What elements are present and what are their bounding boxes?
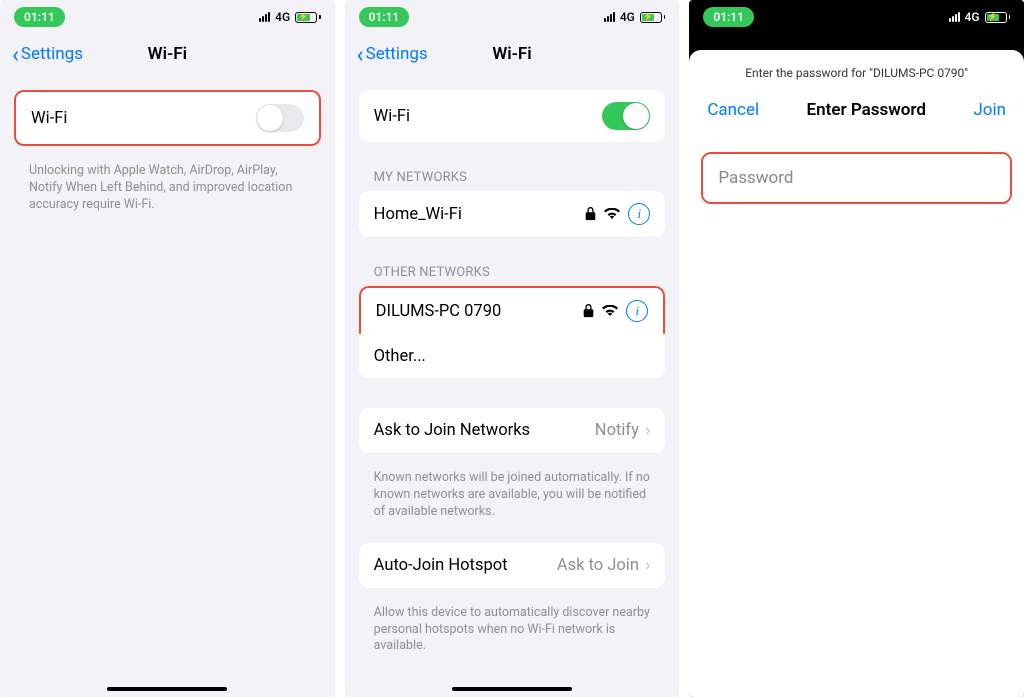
other-networks-list: DILUMS-PC 0790 i Other...	[359, 286, 666, 378]
chevron-left-icon: ‹	[357, 43, 364, 66]
sheet-title: Enter Password	[807, 100, 926, 120]
wifi-label: Wi-Fi	[374, 107, 410, 126]
lock-icon	[583, 304, 594, 318]
lock-icon	[585, 207, 596, 221]
wifi-icon	[604, 208, 620, 220]
wifi-toggle[interactable]	[256, 104, 304, 132]
nav-header: ‹ Settings Wi-Fi	[0, 32, 335, 76]
status-bar: 01:11 4G	[345, 0, 680, 32]
wifi-toggle-cell[interactable]: Wi-Fi	[16, 92, 319, 144]
status-right: 4G	[259, 10, 321, 24]
ask-to-join-cell[interactable]: Ask to Join Networks Notify ›	[359, 408, 666, 453]
network-type: 4G	[620, 10, 635, 24]
home-indicator[interactable]	[452, 687, 572, 691]
signal-icon	[604, 12, 615, 22]
auto-join-value: Ask to Join	[557, 556, 639, 575]
network-type: 4G	[275, 10, 290, 24]
signal-icon	[949, 12, 960, 22]
screen-enter-password: 01:11 4G Enter the password for "DILUMS-…	[689, 0, 1024, 697]
cancel-button[interactable]: Cancel	[707, 100, 759, 120]
auto-join-row: Auto-Join Hotspot Ask to Join ›	[359, 543, 666, 588]
sheet-header: Cancel Enter Password Join	[689, 96, 1024, 134]
network-name: DILUMS-PC 0790	[376, 302, 502, 321]
wifi-toggle-cell[interactable]: Wi-Fi	[359, 90, 666, 142]
screen-wifi-off: 01:11 4G ‹ Settings Wi-Fi Wi-Fi Unlockin…	[0, 0, 335, 697]
back-button[interactable]: ‹ Settings	[357, 43, 428, 66]
chevron-left-icon: ‹	[12, 43, 19, 66]
auto-join-footer: Allow this device to automatically disco…	[345, 598, 680, 656]
wifi-icon	[602, 305, 618, 317]
status-bar: 01:11 4G	[0, 0, 335, 32]
password-input[interactable]: Password	[703, 154, 1010, 202]
my-networks-list: Home_Wi-Fi i	[359, 191, 666, 237]
page-title: Wi-Fi	[148, 44, 187, 64]
other-network-button[interactable]: Other...	[359, 334, 666, 378]
ask-to-join-footer: Known networks will be joined automatica…	[345, 463, 680, 521]
battery-icon	[295, 12, 321, 23]
network-name: Home_Wi-Fi	[374, 205, 462, 224]
wifi-footer: Unlocking with Apple Watch, AirDrop, Air…	[0, 156, 335, 214]
auto-join-cell[interactable]: Auto-Join Hotspot Ask to Join ›	[359, 543, 666, 588]
screen-wifi-on: 01:11 4G ‹ Settings Wi-Fi Wi-Fi MY NETWO…	[345, 0, 680, 697]
ask-to-join-value: Notify	[595, 421, 639, 440]
status-right: 4G	[949, 10, 1011, 24]
join-button[interactable]: Join	[973, 100, 1006, 120]
time-pill: 01:11	[703, 7, 754, 27]
signal-icon	[259, 12, 270, 22]
wifi-toggle-row: Wi-Fi	[359, 90, 666, 142]
info-icon[interactable]: i	[626, 300, 648, 322]
status-bar: 01:11 4G	[689, 0, 1024, 32]
status-right: 4G	[604, 10, 666, 24]
battery-icon	[985, 12, 1011, 23]
other-networks-header: OTHER NETWORKS	[345, 247, 680, 286]
other-label: Other...	[374, 347, 426, 366]
back-button[interactable]: ‹ Settings	[12, 43, 83, 66]
time-pill: 01:11	[359, 7, 410, 27]
password-field-wrapper: Password	[701, 152, 1012, 204]
password-sheet: Enter the password for "DILUMS-PC 0790" …	[689, 50, 1024, 697]
info-icon[interactable]: i	[628, 203, 650, 225]
page-title: Wi-Fi	[492, 44, 531, 64]
network-row-dilums[interactable]: DILUMS-PC 0790 i	[361, 288, 664, 334]
back-label: Settings	[21, 44, 83, 64]
network-type: 4G	[965, 10, 980, 24]
time-pill: 01:11	[14, 7, 65, 27]
sheet-subtitle: Enter the password for "DILUMS-PC 0790"	[689, 66, 1024, 96]
wifi-toggle-row: Wi-Fi	[14, 90, 321, 146]
my-networks-header: MY NETWORKS	[345, 152, 680, 191]
back-label: Settings	[366, 44, 428, 64]
home-indicator[interactable]	[107, 687, 227, 691]
wifi-toggle[interactable]	[602, 102, 650, 130]
battery-icon	[640, 12, 666, 23]
ask-to-join-label: Ask to Join Networks	[374, 421, 530, 440]
auto-join-label: Auto-Join Hotspot	[374, 556, 508, 575]
chevron-right-icon: ›	[645, 420, 650, 441]
wifi-label: Wi-Fi	[31, 109, 67, 128]
nav-header: ‹ Settings Wi-Fi	[345, 32, 680, 76]
network-row-home[interactable]: Home_Wi-Fi i	[359, 191, 666, 237]
ask-to-join-row: Ask to Join Networks Notify ›	[359, 408, 666, 453]
chevron-right-icon: ›	[645, 555, 650, 576]
